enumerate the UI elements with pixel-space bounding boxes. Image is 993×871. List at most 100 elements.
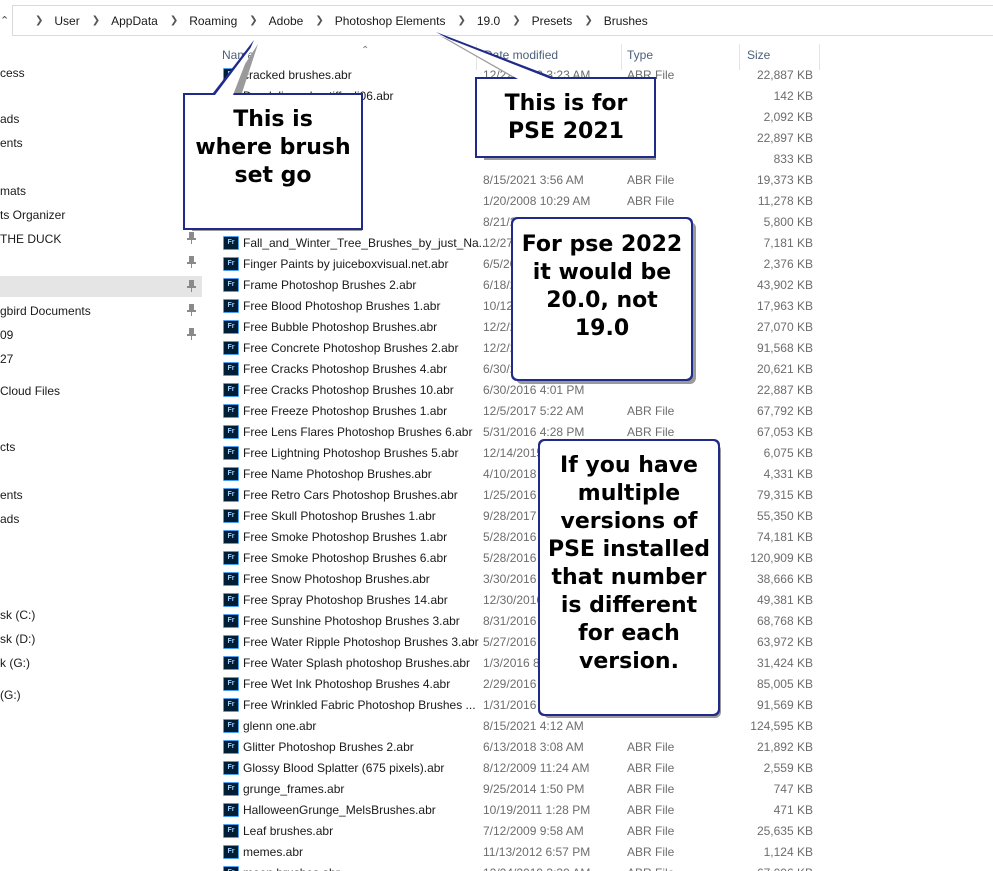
abr-file-icon: Fr — [223, 845, 239, 859]
sidebar-item[interactable]: ads — [0, 508, 202, 529]
sidebar-item[interactable]: ts Organizer — [0, 204, 202, 225]
abr-file-icon: Fr — [223, 719, 239, 733]
breadcrumb-label: Brushes — [603, 13, 648, 28]
sidebar-item-label: k (G:) — [0, 655, 30, 670]
file-name: Free Lens Flares Photoshop Brushes 6.abr — [243, 425, 473, 439]
sidebar-item-label: ads — [0, 511, 20, 526]
file-size: 17,963 KB — [756, 299, 813, 313]
file-size: 2,376 KB — [763, 257, 813, 271]
chevron-right-icon[interactable]: ❯ — [512, 15, 520, 26]
breadcrumb-item[interactable]: ❯ Roaming — [158, 14, 237, 28]
sidebar-item-label: ents — [0, 135, 23, 150]
sidebar-item[interactable]: sk (C:) — [0, 604, 202, 625]
file-row[interactable]: Fr HalloweenGrunge_MelsBrushes.abr 10/19/2… — [202, 800, 993, 821]
file-type: ABR File — [627, 194, 675, 208]
collapse-chevron-icon[interactable]: ⌃ — [0, 14, 9, 27]
sidebar-item[interactable]: cess — [0, 62, 202, 83]
abr-file-icon: Fr — [223, 635, 239, 649]
breadcrumb-item[interactable]: ❯ AppData — [80, 14, 158, 28]
file-size: 833 KB — [773, 152, 813, 166]
abr-file-icon: Fr — [223, 320, 239, 334]
chevron-right-icon[interactable]: ❯ — [584, 15, 592, 26]
chevron-right-icon[interactable]: ❯ — [249, 15, 257, 26]
sidebar-item-label: (G:) — [0, 687, 21, 702]
file-name: Free Water Ripple Photoshop Brushes 3.ab… — [243, 635, 479, 649]
sidebar-item[interactable]: k (G:) — [0, 652, 202, 673]
abr-file-icon: Fr — [223, 425, 239, 439]
file-row[interactable]: Fr Glossy Blood Splatter (675 pixels).abr… — [202, 758, 993, 779]
file-date: 9/28/2017 — [483, 509, 537, 523]
file-name: Fall_and_Winter_Tree_Brushes_by_just_Na.… — [243, 236, 489, 250]
chevron-right-icon[interactable]: ❯ — [35, 15, 43, 26]
breadcrumb-item[interactable]: ❯ 19.0 — [445, 14, 500, 28]
abr-file-icon: Fr — [223, 803, 239, 817]
sidebar-item[interactable]: ads — [0, 108, 202, 129]
file-date: 1/25/2016 — [483, 488, 537, 502]
file-row[interactable]: Fr Free Freeze Photoshop Brushes 1.abr 12/… — [202, 401, 993, 422]
sidebar-item[interactable]: sk (D:) — [0, 628, 202, 649]
file-date: 8/12/2009 11:24 AM — [483, 761, 590, 775]
abr-file-icon: Fr — [223, 362, 239, 376]
breadcrumb-item[interactable]: ❯ Photoshop Elements — [303, 14, 445, 28]
sidebar-item[interactable]: 09 — [0, 324, 202, 345]
sidebar-item[interactable]: gbird Documents — [0, 300, 202, 321]
pin-icon[interactable] — [187, 328, 196, 340]
file-name: Frame Photoshop Brushes 2.abr — [243, 278, 417, 292]
file-name: glenn one.abr — [243, 719, 317, 733]
file-size: 19,373 KB — [756, 173, 813, 187]
file-row[interactable]: Fr Leaf brushes.abr 7/12/2009 9:58 AM ABR F… — [202, 821, 993, 842]
file-size: 91,568 KB — [756, 341, 813, 355]
sidebar-item-label: gbird Documents — [0, 303, 91, 318]
file-date: 7/12/2009 9:58 AM — [483, 824, 584, 838]
abr-file-icon: Fr — [223, 257, 239, 271]
sidebar-item[interactable]: mats — [0, 180, 202, 201]
chevron-right-icon[interactable]: ❯ — [170, 15, 178, 26]
breadcrumb-label: Adobe — [268, 13, 304, 28]
sidebar-item[interactable]: THE DUCK — [0, 228, 202, 249]
sidebar-item[interactable] — [0, 86, 202, 107]
chevron-right-icon[interactable]: ❯ — [92, 15, 100, 26]
abr-file-icon: Fr — [223, 656, 239, 670]
abr-file-icon: Fr — [223, 551, 239, 565]
file-date: 5/28/2016 — [483, 551, 537, 565]
file-row[interactable]: Fr Glitter Photoshop Brushes 2.abr 6/13/20… — [202, 737, 993, 758]
sidebar-item[interactable]: 27 — [0, 348, 202, 369]
file-size: 22,897 KB — [756, 131, 813, 145]
sidebar-item-label: cess — [0, 65, 25, 80]
pin-icon[interactable] — [187, 304, 196, 316]
abr-file-icon: Fr — [223, 236, 239, 250]
file-size: 5,800 KB — [763, 215, 813, 229]
sidebar-item[interactable]: Cloud Files — [0, 380, 202, 401]
sidebar-item[interactable]: cts — [0, 436, 202, 457]
column-size-label: Size — [747, 48, 771, 62]
chevron-right-icon[interactable]: ❯ — [315, 15, 323, 26]
file-size: 67,006 KB — [742, 866, 813, 871]
sidebar-item[interactable] — [0, 276, 202, 297]
file-type: ABR File — [627, 845, 675, 859]
sidebar-item[interactable]: (G:) — [0, 684, 202, 705]
file-date: 2/29/2016 — [483, 677, 537, 691]
file-date: 1/20/2008 10:29 AM — [483, 194, 591, 208]
breadcrumb-item[interactable]: ❯ Presets — [500, 14, 572, 28]
sidebar-item[interactable]: ents — [0, 132, 202, 153]
sidebar-item[interactable] — [0, 156, 202, 177]
file-type: ABR File — [627, 824, 675, 838]
file-row[interactable]: Fr moon brushes.abr 12/24/2019 3:39 AM ABR … — [202, 863, 993, 871]
breadcrumb-item[interactable]: ❯ User — [35, 14, 80, 28]
sidebar-item[interactable]: ents — [0, 484, 202, 505]
sidebar-item-label: 27 — [0, 351, 14, 366]
breadcrumb-item[interactable]: ❯ Adobe — [237, 14, 303, 28]
file-size: 1,124 KB — [763, 845, 813, 859]
file-name: Free Freeze Photoshop Brushes 1.abr — [243, 404, 448, 418]
file-size: 7,181 KB — [763, 236, 813, 250]
breadcrumb-item[interactable]: ❯ Brushes — [572, 14, 647, 28]
chevron-right-icon[interactable]: ❯ — [457, 15, 465, 26]
file-row[interactable]: Fr memes.abr 11/13/2012 6:57 PM ABR File 1,1… — [202, 842, 993, 863]
file-row[interactable]: Fr grunge_frames.abr 9/25/2014 1:50 PM ABR … — [202, 779, 993, 800]
abr-file-icon: Fr — [223, 761, 239, 775]
pin-icon[interactable] — [187, 256, 196, 268]
sidebar-item[interactable] — [0, 252, 202, 273]
abr-file-icon: Fr — [223, 698, 239, 712]
file-name: Free Skull Photoshop Brushes 1.abr — [243, 509, 436, 523]
pin-icon[interactable] — [187, 280, 196, 292]
